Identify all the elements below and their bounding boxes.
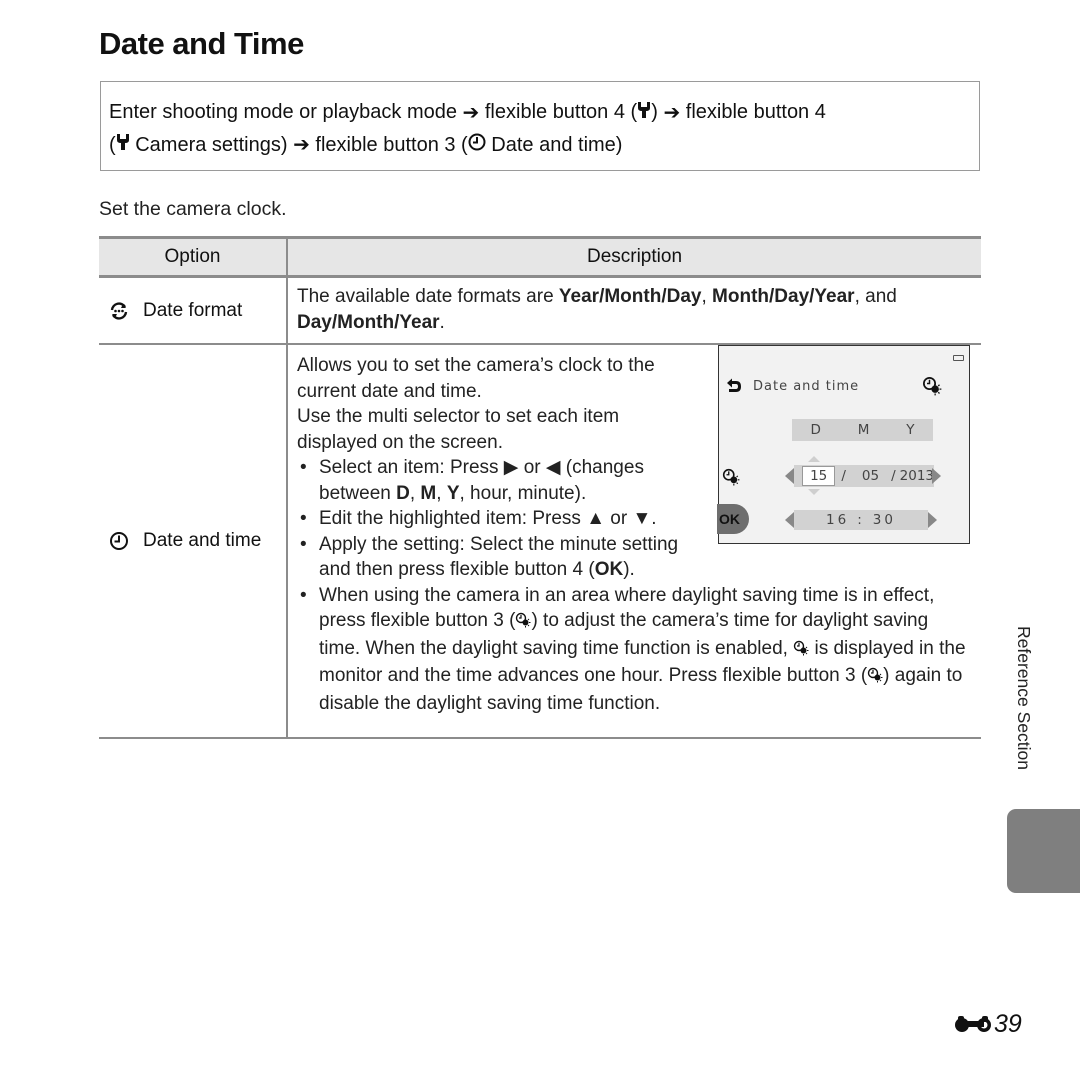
daylight-saving-icon (867, 665, 883, 691)
page-number-value: 39 (994, 1010, 1022, 1038)
intro-text: Set the camera clock. (99, 198, 287, 220)
date-row: 15 / 05 / 2013 (794, 465, 934, 487)
time-separator: : (857, 512, 865, 528)
desc-text: ). (623, 559, 635, 580)
daylight-saving-icon (922, 376, 942, 400)
desc-text: . (651, 508, 657, 529)
key-D: D (396, 482, 410, 504)
date-separator: / (891, 468, 896, 484)
desc-text: , (409, 482, 421, 504)
table-row: Date format The available date formats a… (99, 276, 981, 345)
procedure-text: Date and time) (491, 133, 623, 156)
procedure-text: ( (109, 133, 116, 156)
year-field[interactable]: 2013 (900, 468, 934, 484)
description-date-format: The available date formats are Year/Mont… (288, 278, 981, 343)
procedure-text: Enter shooting mode or playback mode (109, 101, 457, 123)
bullet-edit-item: Edit the highlighted item: Press ▲ or ▼. (297, 506, 709, 532)
daylight-saving-icon (515, 610, 531, 636)
daylight-saving-icon (793, 638, 809, 664)
clock-icon (109, 531, 129, 551)
page-title: Date and Time (99, 26, 304, 61)
date-columns-header: D M Y (792, 419, 933, 441)
month-field[interactable]: 05 (862, 468, 879, 484)
format-mdy: Month/Day/Year (712, 286, 855, 307)
daylight-saving-toggle-icon[interactable] (722, 468, 740, 490)
bullet-select-item: Select an item: Press ▶ or ◀ (changes be… (297, 455, 679, 506)
triangle-up-icon: ▲ (586, 508, 606, 529)
right-arrow-icon[interactable] (928, 512, 937, 528)
procedure-text: Camera settings) (135, 133, 288, 156)
left-arrow-icon[interactable] (785, 512, 794, 528)
section-tab (1007, 809, 1080, 893)
desc-text: The available date formats are (297, 286, 559, 307)
desc-text: or (605, 508, 633, 529)
date-separator: / (841, 468, 846, 484)
format-ymd: Year/Month/Day (558, 286, 702, 307)
key-M: M (420, 482, 437, 504)
desc-text: , hour, minute). (459, 482, 587, 504)
page-number: 39 (954, 1010, 1022, 1039)
bullet-daylight-saving: When using the camera in an area where d… (297, 583, 973, 717)
arrow-right-icon: ➔ (663, 101, 681, 124)
arrow-right-icon: ➔ (293, 134, 310, 157)
key-Y: Y (446, 482, 460, 504)
procedure-text: flexible button 4 (685, 101, 826, 123)
minute-field[interactable]: 30 (873, 512, 896, 528)
column-month: M (857, 422, 870, 438)
clock-icon (468, 129, 486, 161)
triangle-down-icon: ▼ (632, 508, 652, 529)
day-field-selected[interactable]: 15 (802, 466, 836, 486)
decrement-arrow-icon[interactable] (808, 489, 820, 495)
wrench-icon (116, 129, 130, 161)
table-header-row: Option Description (99, 236, 981, 278)
column-day: D (810, 422, 821, 438)
increment-arrow-icon[interactable] (808, 456, 820, 462)
wrench-icon (637, 97, 651, 129)
hour-field[interactable]: 16 (826, 512, 849, 528)
option-label: Date and time (143, 530, 262, 551)
battery-icon (953, 355, 964, 361)
arrow-right-icon: ➔ (462, 101, 480, 124)
procedure-text: flexible button 4 ( (484, 101, 638, 123)
procedure-box: Enter shooting mode or playback mode ➔ f… (100, 81, 980, 171)
desc-text: , (701, 286, 713, 307)
desc-text: , and (854, 286, 897, 307)
triangle-left-icon: ◀ (545, 457, 561, 478)
desc-text: or (518, 457, 546, 478)
section-label: Reference Section (1014, 626, 1034, 770)
desc-text: Edit the highlighted item: Press (319, 508, 587, 529)
procedure-line-1: Enter shooting mode or playback mode ➔ f… (109, 96, 971, 129)
format-dmy: Day/Month/Year (297, 311, 440, 333)
time-row: 16 : 30 (794, 510, 928, 530)
desc-text: , (436, 482, 447, 504)
date-format-icon (109, 301, 129, 321)
header-option: Option (99, 236, 288, 278)
bullet-apply-setting: Apply the setting: Select the minute set… (297, 532, 689, 583)
procedure-text: flexible button 3 ( (315, 133, 468, 156)
back-icon (725, 377, 743, 399)
screen-header: Date and time (753, 379, 860, 394)
procedure-line-2: ( Camera settings) ➔ flexible button 3 (… (109, 129, 971, 162)
triangle-right-icon: ▶ (503, 457, 519, 478)
desc-paragraph: Allows you to set the camera’s clock to … (297, 355, 655, 402)
option-label: Date format (143, 299, 243, 321)
option-date-format: Date format (99, 300, 286, 322)
ok-label: OK (594, 559, 624, 580)
procedure-text: ) (651, 101, 658, 123)
left-arrow-icon[interactable] (785, 468, 794, 484)
reference-section-icon (954, 1013, 992, 1037)
right-arrow-icon[interactable] (932, 468, 941, 484)
header-description: Description (287, 236, 981, 278)
ok-button[interactable]: OK (717, 504, 749, 534)
desc-text: . (439, 311, 445, 333)
option-date-and-time: Date and time (99, 530, 286, 552)
desc-paragraph: Use the multi selector to set each item … (297, 406, 620, 453)
column-year: Y (906, 422, 915, 438)
desc-text: Select an item: Press (319, 457, 504, 478)
camera-screen-illustration: Date and time D M Y 15 / 05 / 2013 OK 16… (717, 345, 970, 544)
